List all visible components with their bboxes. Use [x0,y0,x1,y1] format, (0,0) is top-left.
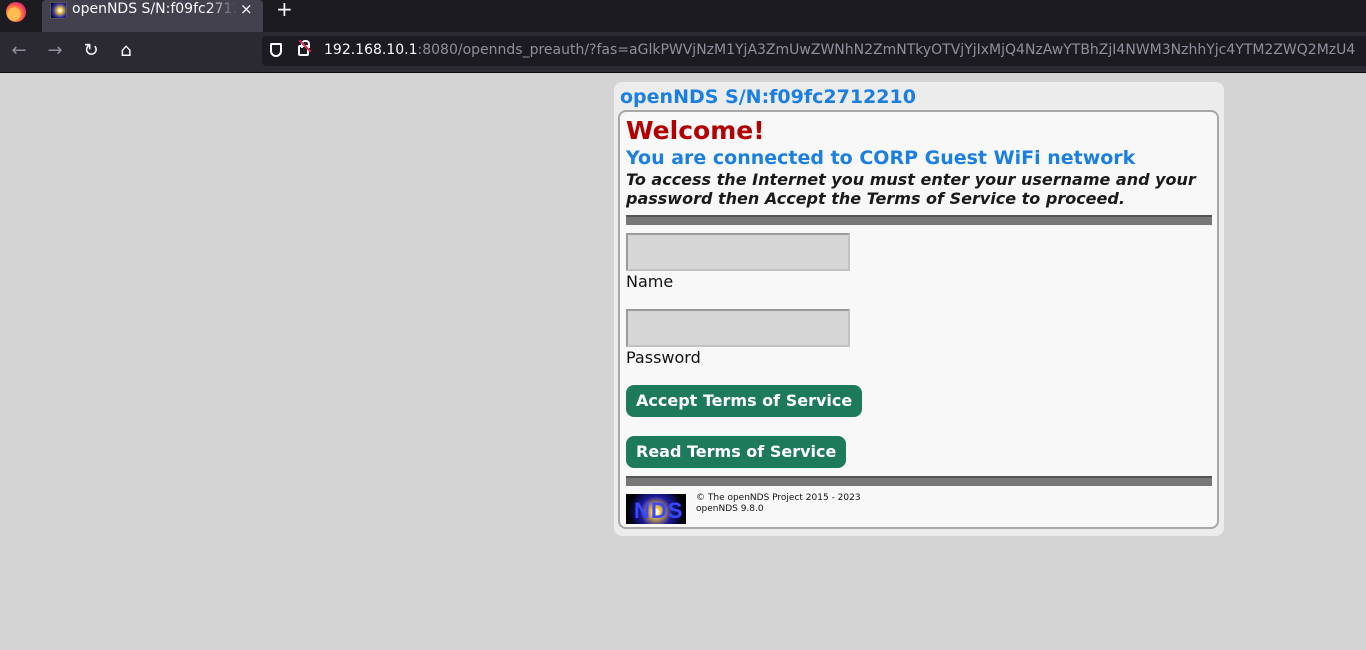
url-path: :8080/opennds_preauth/?fas=aGlkPWVjNzM1Y… [417,42,1356,58]
new-tab-icon[interactable]: + [276,0,293,21]
url-host: 192.168.10.1 [324,42,418,58]
insecure-lock-icon[interactable] [298,40,310,56]
close-tab-icon[interactable]: × [240,0,253,18]
url-text[interactable]: 192.168.10.1:8080/opennds_preauth/?fas=a… [324,42,1355,58]
accept-terms-button[interactable]: Accept Terms of Service [626,385,863,417]
copyright-text: © The openNDS Project 2015 - 2023 [696,493,861,503]
tab-title: openNDS S/N:f09fc2712210 [72,1,237,17]
gateway-title: openNDS S/N:f09fc2712210 [620,86,916,108]
password-input[interactable] [626,309,850,347]
login-instructions: To access the Internet you must enter yo… [626,170,1196,208]
name-input[interactable] [626,233,850,271]
divider-top [626,215,1212,225]
tracking-protection-shield-icon[interactable] [270,43,282,57]
password-label: Password [626,348,701,367]
logo-text: NDS [634,498,684,523]
tab-bar: openNDS S/N:f09fc2712210 × + [0,0,1366,32]
version-text: openNDS 9.8.0 [696,504,764,514]
firefox-logo-icon[interactable] [6,2,26,22]
back-arrow-icon[interactable]: ← [6,38,32,64]
url-bar[interactable]: 192.168.10.1:8080/opennds_preauth/?fas=a… [262,36,1366,66]
divider-bottom [626,476,1212,486]
reload-icon[interactable]: ↻ [78,38,104,64]
portal-content: Welcome! You are connected to CORP Guest… [618,110,1219,529]
welcome-heading: Welcome! [626,116,765,145]
forward-arrow-icon[interactable]: → [42,38,68,64]
home-icon[interactable]: ⌂ [113,38,139,64]
portal-container: openNDS S/N:f09fc2712210 Welcome! You ar… [614,82,1224,536]
navigation-bar: ← → ↻ ⌂ 192.168.10.1:8080/opennds_preaut… [0,32,1366,73]
network-heading: You are connected to CORP Guest WiFi net… [626,147,1136,169]
name-label: Name [626,272,674,291]
opennds-favicon-icon [50,2,67,19]
opennds-logo: NDS [626,494,686,524]
read-terms-button[interactable]: Read Terms of Service [626,436,847,468]
active-tab[interactable]: openNDS S/N:f09fc2712210 × [42,0,263,32]
